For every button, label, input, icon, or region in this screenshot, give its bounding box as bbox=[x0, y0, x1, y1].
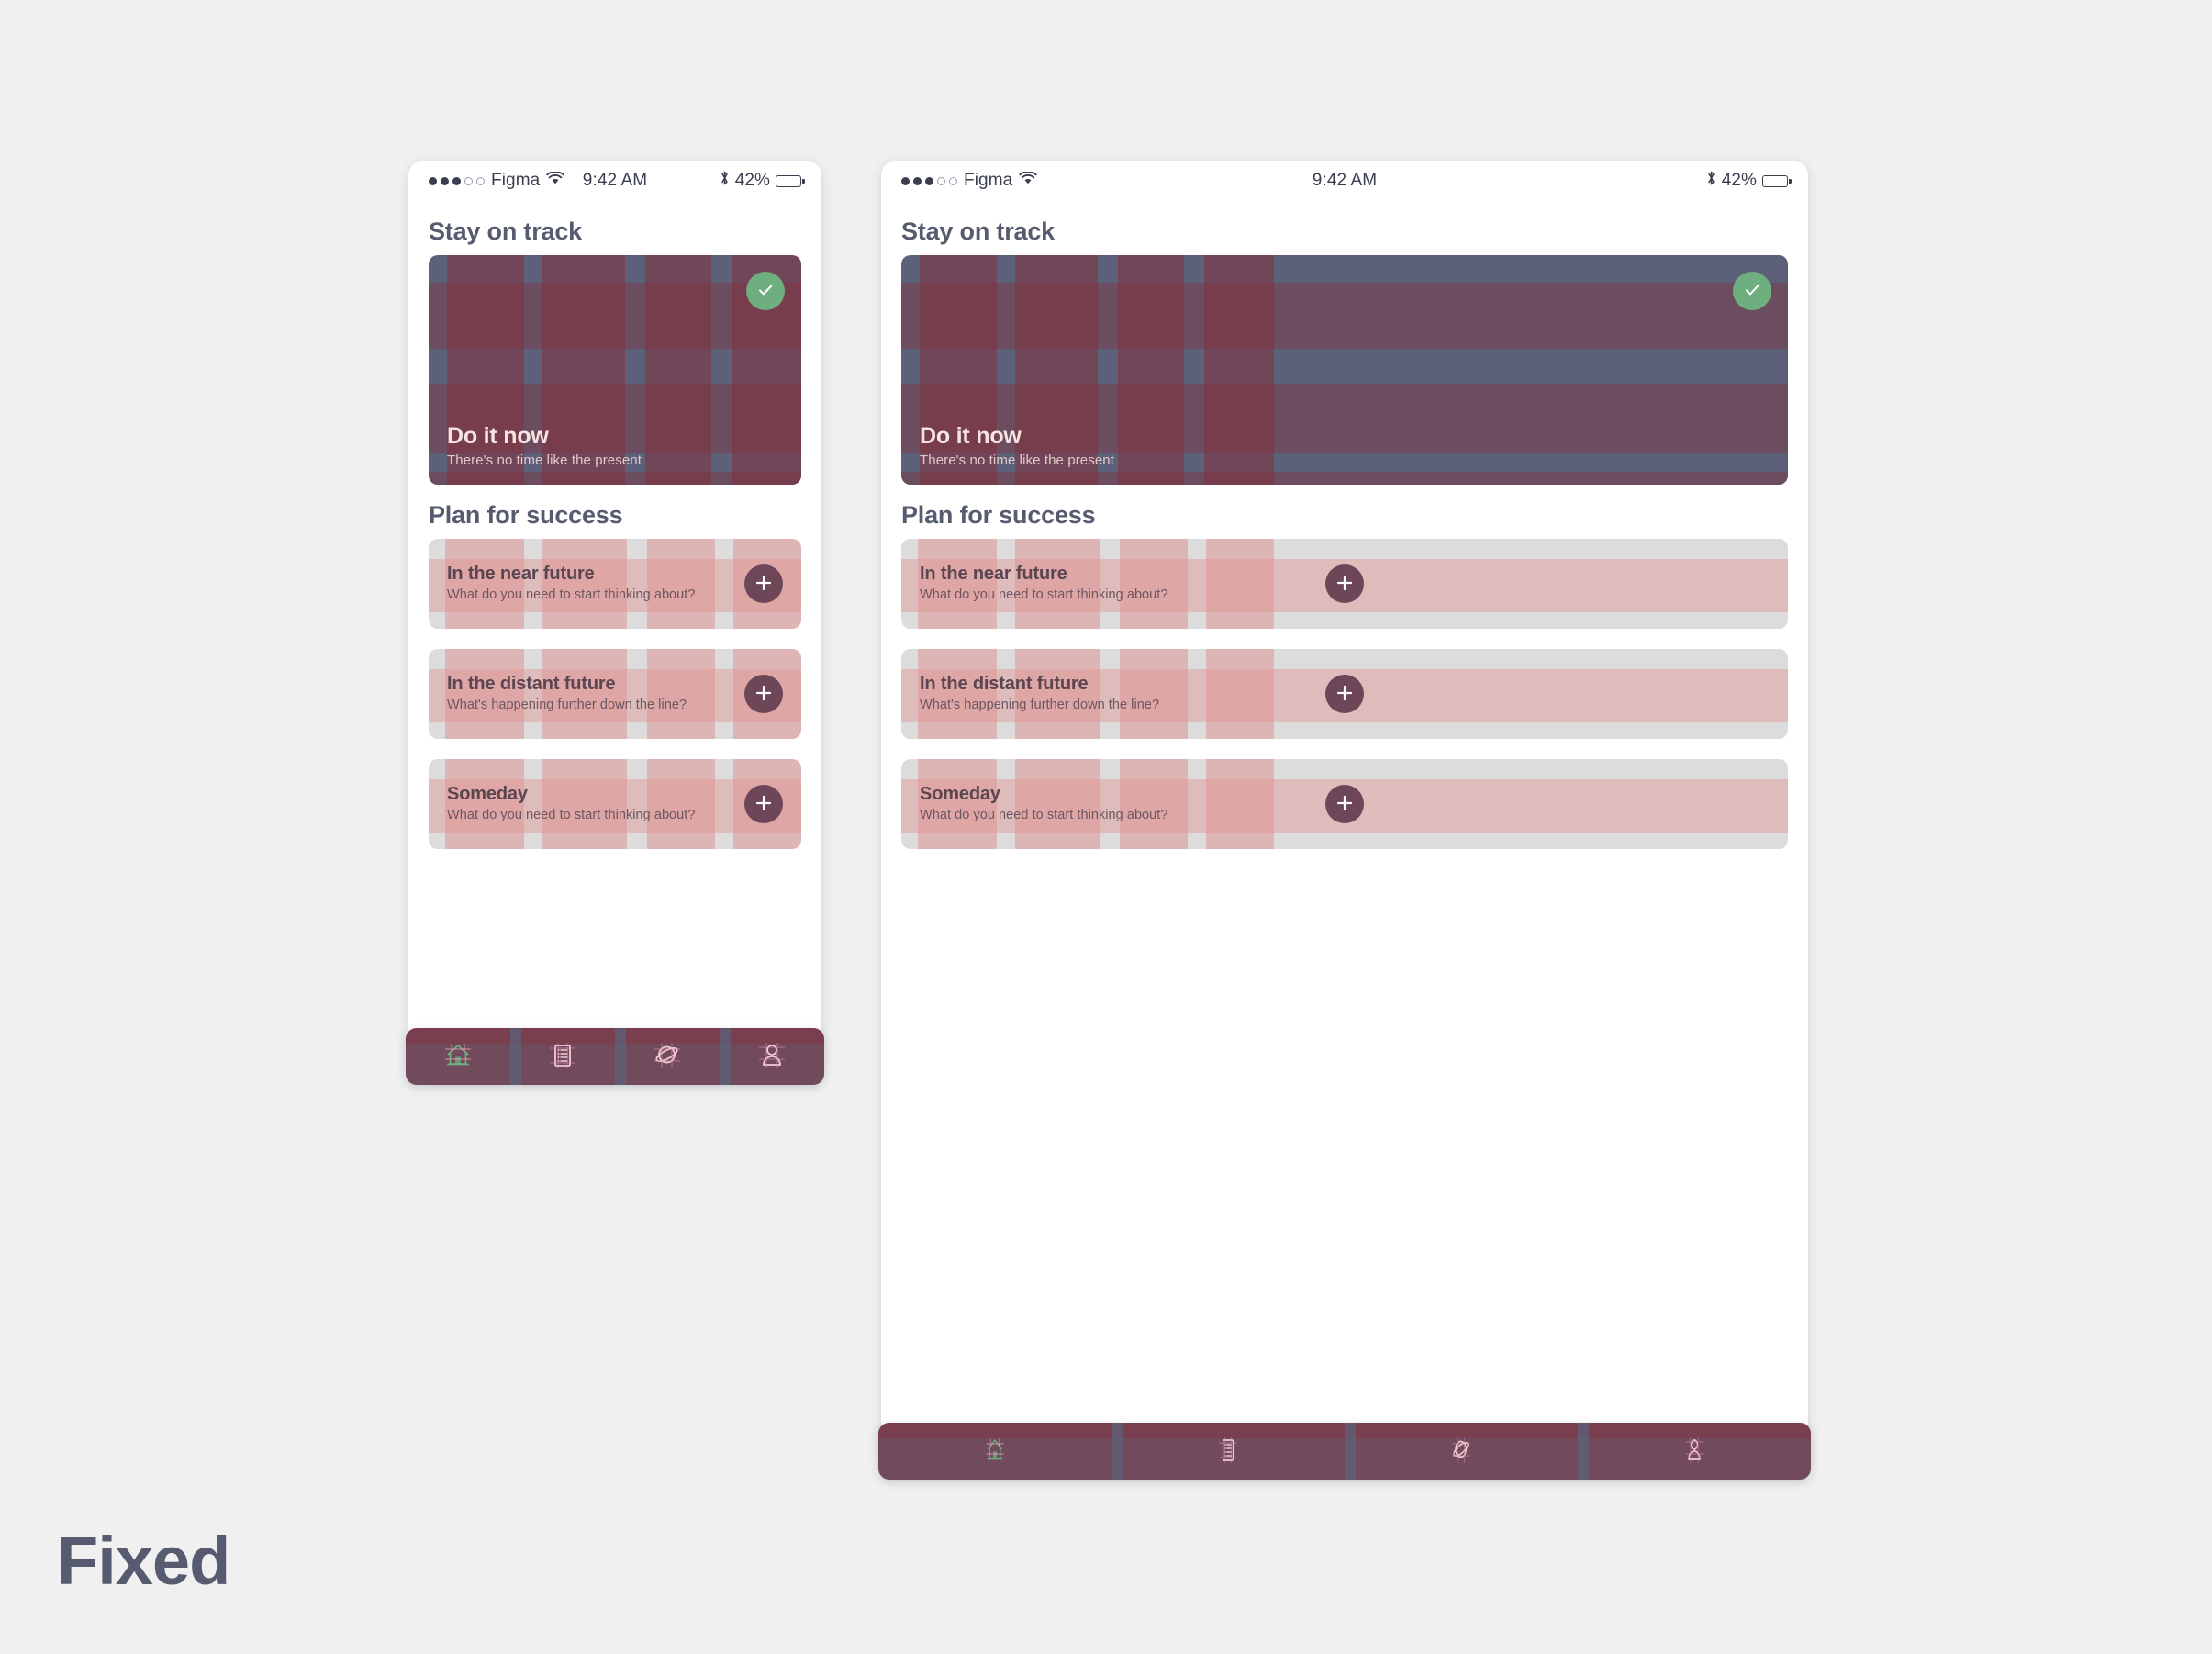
signal-strength-icon bbox=[901, 176, 957, 185]
nav-item-profile[interactable] bbox=[720, 1028, 824, 1085]
hero-subtitle: There's no time like the present bbox=[447, 453, 642, 468]
plus-icon bbox=[1335, 683, 1355, 706]
card-subtitle: What's happening further down the line? bbox=[920, 697, 1160, 712]
nav-item-list[interactable] bbox=[510, 1028, 615, 1085]
nav-item-list[interactable] bbox=[1112, 1423, 1345, 1480]
complete-check-button[interactable] bbox=[1733, 272, 1771, 310]
battery-percent-label: 42% bbox=[1721, 171, 1758, 190]
home-icon bbox=[984, 1435, 1005, 1469]
bottom-navigation-bar bbox=[878, 1423, 1811, 1480]
hero-text-block: Do it now There's no time like the prese… bbox=[920, 423, 1114, 468]
hero-text-block: Do it now There's no time like the prese… bbox=[447, 423, 642, 468]
status-bar-center: 9:42 AM bbox=[1313, 171, 1377, 191]
add-item-button[interactable] bbox=[744, 675, 783, 713]
status-bar-right: 42% bbox=[647, 170, 805, 192]
plus-icon bbox=[1335, 573, 1355, 596]
add-item-button[interactable] bbox=[1325, 675, 1364, 713]
carrier-label: Figma bbox=[491, 171, 541, 190]
bottom-navigation-bar bbox=[406, 1028, 824, 1085]
hero-card[interactable]: Do it now There's no time like the prese… bbox=[429, 255, 801, 485]
plan-card[interactable]: In the near future What do you need to s… bbox=[901, 539, 1788, 629]
status-bar-center: 9:42 AM bbox=[583, 171, 647, 191]
status-bar-left: Figma bbox=[901, 171, 1313, 191]
carrier-label: Figma bbox=[964, 171, 1013, 190]
status-bar: Figma 9:42 AM 42% bbox=[408, 161, 821, 201]
card-subtitle: What's happening further down the line? bbox=[447, 697, 687, 712]
card-text-block: In the near future What do you need to s… bbox=[920, 564, 1167, 604]
bluetooth-icon bbox=[720, 170, 730, 192]
card-title: In the near future bbox=[447, 563, 595, 584]
phone-frame-wide: Figma 9:42 AM 42% Stay on track Do it no… bbox=[878, 161, 1811, 1480]
nav-item-planet[interactable] bbox=[1345, 1423, 1578, 1480]
status-bar-right: 42% bbox=[1377, 170, 1792, 192]
section-title-plan-for-success: Plan for success bbox=[429, 501, 623, 529]
status-bar: Figma 9:42 AM 42% bbox=[881, 161, 1808, 201]
clock-label: 9:42 AM bbox=[1312, 171, 1378, 190]
add-item-button[interactable] bbox=[1325, 564, 1364, 603]
card-subtitle: What do you need to start thinking about… bbox=[447, 587, 696, 602]
card-text-block: In the distant future What's happening f… bbox=[447, 674, 687, 714]
add-item-button[interactable] bbox=[744, 564, 783, 603]
plus-icon bbox=[754, 793, 774, 816]
add-item-button[interactable] bbox=[744, 785, 783, 823]
clock-label: 9:42 AM bbox=[582, 171, 648, 190]
wifi-icon bbox=[1019, 171, 1037, 191]
battery-icon bbox=[1762, 174, 1792, 187]
nav-item-planet[interactable] bbox=[615, 1028, 720, 1085]
card-title: In the distant future bbox=[447, 673, 616, 694]
card-subtitle: What do you need to start thinking about… bbox=[920, 807, 1168, 822]
plan-card[interactable]: In the distant future What's happening f… bbox=[901, 649, 1788, 739]
plan-card-list: In the near future What do you need to s… bbox=[408, 539, 821, 849]
battery-icon bbox=[776, 174, 805, 187]
card-title: Someday bbox=[447, 783, 528, 804]
person-icon bbox=[756, 1040, 788, 1074]
nav-item-home[interactable] bbox=[878, 1423, 1112, 1480]
phone-frame-narrow: Figma 9:42 AM 42% Stay on track Do it no… bbox=[406, 161, 824, 1085]
card-title: In the distant future bbox=[920, 673, 1089, 694]
complete-check-button[interactable] bbox=[746, 272, 785, 310]
person-icon bbox=[1683, 1435, 1704, 1469]
plus-icon bbox=[754, 573, 774, 596]
section-title-stay-on-track: Stay on track bbox=[901, 218, 1055, 245]
list-icon bbox=[1217, 1435, 1238, 1469]
card-subtitle: What do you need to start thinking about… bbox=[447, 807, 696, 822]
plan-card[interactable]: In the near future What do you need to s… bbox=[429, 539, 801, 629]
nav-item-profile[interactable] bbox=[1578, 1423, 1811, 1480]
check-icon bbox=[755, 280, 776, 303]
card-title: Someday bbox=[920, 783, 1000, 804]
home-icon bbox=[442, 1040, 474, 1074]
hero-title: Do it now bbox=[447, 423, 549, 449]
plus-icon bbox=[754, 683, 774, 706]
hero-subtitle: There's no time like the present bbox=[920, 453, 1114, 468]
card-title: In the near future bbox=[920, 563, 1067, 584]
card-subtitle: What do you need to start thinking about… bbox=[920, 587, 1168, 602]
card-text-block: In the near future What do you need to s… bbox=[447, 564, 695, 604]
section-title-stay-on-track: Stay on track bbox=[429, 218, 582, 245]
plan-card[interactable]: Someday What do you need to start thinki… bbox=[429, 759, 801, 849]
plan-card-list: In the near future What do you need to s… bbox=[881, 539, 1808, 849]
wifi-icon bbox=[546, 171, 564, 191]
hero-title: Do it now bbox=[920, 423, 1022, 449]
signal-strength-icon bbox=[429, 176, 485, 185]
bluetooth-icon bbox=[1706, 170, 1716, 192]
list-icon bbox=[547, 1040, 578, 1074]
hero-card[interactable]: Do it now There's no time like the prese… bbox=[901, 255, 1788, 485]
plus-icon bbox=[1335, 793, 1355, 816]
nav-item-home[interactable] bbox=[406, 1028, 510, 1085]
page-title: Fixed bbox=[57, 1523, 230, 1599]
check-icon bbox=[1742, 280, 1762, 303]
add-item-button[interactable] bbox=[1325, 785, 1364, 823]
card-text-block: Someday What do you need to start thinki… bbox=[920, 784, 1167, 824]
planet-icon bbox=[1450, 1435, 1471, 1469]
status-bar-left: Figma bbox=[429, 171, 583, 191]
card-text-block: Someday What do you need to start thinki… bbox=[447, 784, 695, 824]
plan-card[interactable]: In the distant future What's happening f… bbox=[429, 649, 801, 739]
frame-clip-wide: Figma 9:42 AM 42% Stay on track Do it no… bbox=[881, 161, 1808, 1473]
card-text-block: In the distant future What's happening f… bbox=[920, 674, 1159, 714]
section-title-plan-for-success: Plan for success bbox=[901, 501, 1096, 529]
plan-card[interactable]: Someday What do you need to start thinki… bbox=[901, 759, 1788, 849]
frame-clip-narrow: Figma 9:42 AM 42% Stay on track Do it no… bbox=[408, 161, 821, 1078]
planet-icon bbox=[652, 1040, 683, 1074]
battery-percent-label: 42% bbox=[734, 171, 771, 190]
